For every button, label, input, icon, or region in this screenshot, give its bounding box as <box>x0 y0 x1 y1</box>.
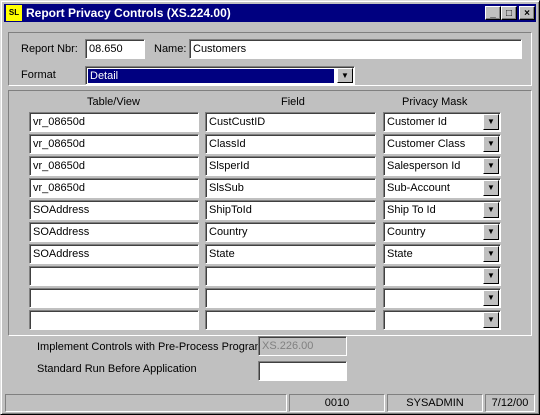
privacy-mask-select[interactable]: State ▼ <box>383 244 501 264</box>
standard-run-field[interactable] <box>258 361 347 381</box>
privacy-mask-value: Customer Id <box>387 116 447 128</box>
table-view-cell[interactable]: vr_08650d <box>29 134 199 154</box>
table-view-cell[interactable]: SOAddress <box>29 200 199 220</box>
status-company: 0010 <box>289 394 385 412</box>
format-label: Format <box>21 69 56 81</box>
report-nbr-label: Report Nbr: <box>21 43 78 55</box>
table-view-cell[interactable]: vr_08650d <box>29 112 199 132</box>
chevron-down-icon[interactable]: ▼ <box>483 224 499 240</box>
field-cell[interactable]: CustCustID <box>205 112 376 132</box>
implement-program-field: XS.226.00 <box>258 336 347 356</box>
close-button[interactable]: × <box>519 6 535 20</box>
window-title: Report Privacy Controls (XS.224.00) <box>26 6 231 20</box>
status-date: 7/12/00 <box>485 394 535 412</box>
privacy-mask-select[interactable]: ▼ <box>383 310 501 330</box>
minimize-button[interactable]: _ <box>485 6 501 20</box>
privacy-mask-select[interactable]: Customer Id ▼ <box>383 112 501 132</box>
chevron-down-icon[interactable]: ▼ <box>483 180 499 196</box>
privacy-mask-select[interactable]: Country ▼ <box>383 222 501 242</box>
table-view-header: Table/View <box>87 96 140 108</box>
app-icon: SL <box>6 5 22 21</box>
field-cell[interactable] <box>205 310 376 330</box>
field-cell[interactable]: Country <box>205 222 376 242</box>
format-value: Detail <box>88 69 334 83</box>
field-header: Field <box>281 96 305 108</box>
privacy-mask-select[interactable]: Sub-Account ▼ <box>383 178 501 198</box>
field-cell[interactable] <box>205 288 376 308</box>
privacy-mask-select[interactable]: ▼ <box>383 266 501 286</box>
privacy-mask-header: Privacy Mask <box>402 96 468 108</box>
privacy-mask-select[interactable]: Ship To Id ▼ <box>383 200 501 220</box>
field-cell[interactable]: State <box>205 244 376 264</box>
chevron-down-icon[interactable]: ▼ <box>337 68 353 83</box>
chevron-down-icon[interactable]: ▼ <box>483 136 499 152</box>
standard-run-label: Standard Run Before Application <box>37 363 197 375</box>
status-message <box>5 394 287 412</box>
privacy-mask-select[interactable]: Salesperson Id ▼ <box>383 156 501 176</box>
chevron-down-icon[interactable]: ▼ <box>483 246 499 262</box>
format-select[interactable]: Detail ▼ <box>85 66 355 85</box>
chevron-down-icon[interactable]: ▼ <box>483 202 499 218</box>
name-label: Name: <box>154 43 187 55</box>
field-cell[interactable] <box>205 266 376 286</box>
privacy-mask-value: Country <box>387 226 426 238</box>
privacy-mask-value: Customer Class <box>387 138 466 150</box>
table-view-cell[interactable] <box>29 310 199 330</box>
name-field[interactable]: Customers <box>189 39 522 59</box>
implement-label: Implement Controls with Pre-Process Prog… <box>37 341 264 353</box>
privacy-mask-value: Ship To Id <box>387 204 436 216</box>
table-view-cell[interactable]: vr_08650d <box>29 156 199 176</box>
field-cell[interactable]: SlsSub <box>205 178 376 198</box>
chevron-down-icon[interactable]: ▼ <box>483 268 499 284</box>
privacy-mask-select[interactable]: ▼ <box>383 288 501 308</box>
status-user: SYSADMIN <box>387 394 483 412</box>
table-view-cell[interactable]: SOAddress <box>29 222 199 242</box>
privacy-mask-value: State <box>387 248 413 260</box>
privacy-mask-value: Salesperson Id <box>387 160 461 172</box>
title-bar[interactable]: SL Report Privacy Controls (XS.224.00) _… <box>4 4 536 22</box>
chevron-down-icon[interactable]: ▼ <box>483 312 499 328</box>
table-view-cell[interactable] <box>29 288 199 308</box>
table-view-cell[interactable]: vr_08650d <box>29 178 199 198</box>
report-nbr-field[interactable]: 08.650 <box>85 39 145 59</box>
maximize-button[interactable]: □ <box>501 6 517 20</box>
field-cell[interactable]: ShipToId <box>205 200 376 220</box>
table-view-cell[interactable]: SOAddress <box>29 244 199 264</box>
field-cell[interactable]: SlsperId <box>205 156 376 176</box>
report-privacy-window: SL Report Privacy Controls (XS.224.00) _… <box>0 0 540 415</box>
field-cell[interactable]: ClassId <box>205 134 376 154</box>
privacy-mask-value: Sub-Account <box>387 182 450 194</box>
privacy-mask-select[interactable]: Customer Class ▼ <box>383 134 501 154</box>
chevron-down-icon[interactable]: ▼ <box>483 158 499 174</box>
chevron-down-icon[interactable]: ▼ <box>483 114 499 130</box>
chevron-down-icon[interactable]: ▼ <box>483 290 499 306</box>
table-view-cell[interactable] <box>29 266 199 286</box>
